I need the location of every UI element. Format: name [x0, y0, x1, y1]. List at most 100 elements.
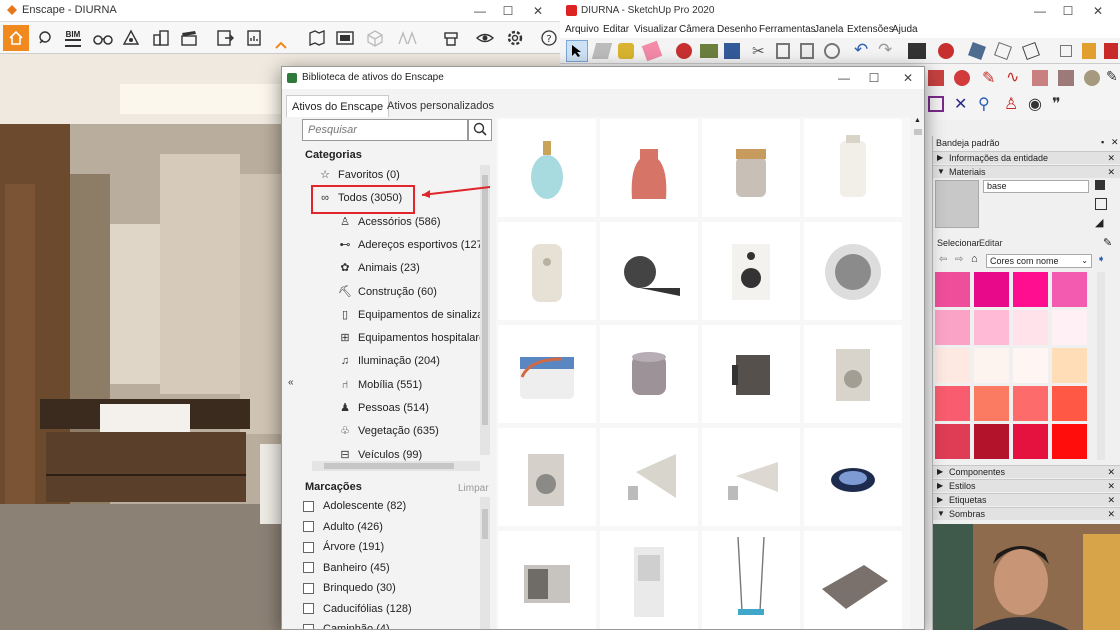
model-info-icon[interactable]: [938, 43, 954, 59]
rectangle-icon[interactable]: [1032, 70, 1048, 86]
minimize-button[interactable]: —: [466, 2, 494, 20]
maximize-button[interactable]: ☐: [494, 2, 522, 20]
asset-thumbnail[interactable]: [498, 119, 596, 217]
entity-info-panel-header[interactable]: ▶ Informações da entidade ✕: [933, 151, 1120, 164]
open-folder-icon[interactable]: [700, 44, 718, 58]
export-image-icon[interactable]: [212, 25, 238, 51]
freehand-icon[interactable]: ∿: [1006, 67, 1019, 87]
arc-icon[interactable]: ✎: [1106, 68, 1118, 85]
asset-thumbnail[interactable]: [600, 325, 698, 423]
sample-paint-icon[interactable]: ◢: [1095, 216, 1103, 229]
menu-ajuda[interactable]: Ajuda: [892, 24, 918, 35]
print-icon[interactable]: [908, 43, 926, 59]
home-icon[interactable]: [3, 25, 29, 51]
color-swatch[interactable]: [974, 424, 1009, 459]
styles-panel-header[interactable]: ▶ Estilos ✕: [933, 479, 1120, 492]
tag-item[interactable]: Banheiro (45): [303, 559, 390, 577]
library-close-button[interactable]: ✕: [894, 69, 922, 87]
undo-icon[interactable]: ↶: [854, 40, 868, 60]
extension-icon-2[interactable]: [994, 42, 1012, 60]
color-swatch[interactable]: [935, 272, 970, 307]
color-swatch[interactable]: [1052, 348, 1087, 383]
circle-icon[interactable]: [1084, 70, 1100, 86]
menu-janela[interactable]: Janela: [814, 24, 843, 35]
category-item[interactable]: ♧ Vegetação (635): [338, 421, 439, 441]
visibility-icon[interactable]: [472, 25, 498, 51]
look-around-icon[interactable]: ◉: [1028, 94, 1042, 114]
menu-visualizar[interactable]: Visualizar: [634, 24, 677, 35]
material-name-input[interactable]: base: [983, 180, 1089, 193]
tags-scroll-thumb[interactable]: [482, 509, 488, 539]
extension-icon-5[interactable]: [1082, 43, 1096, 59]
details-arrow-icon[interactable]: ➧: [1097, 254, 1105, 265]
asset-thumbnail[interactable]: [600, 119, 698, 217]
library-minimize-button[interactable]: —: [830, 69, 858, 87]
home-icon[interactable]: ⌂: [971, 253, 978, 265]
clapper-icon[interactable]: [176, 25, 202, 51]
swatch-scrollbar[interactable]: [1097, 272, 1105, 460]
category-item[interactable]: ♟ Pessoas (514): [338, 398, 429, 418]
extension-icon-4[interactable]: [1060, 45, 1072, 57]
pencil-icon[interactable]: ✎: [982, 68, 995, 88]
bim-icon[interactable]: BIM: [60, 25, 86, 51]
extension-icon-1[interactable]: [968, 42, 986, 60]
color-swatch[interactable]: [1052, 272, 1087, 307]
tag-item[interactable]: Adulto (426): [303, 518, 383, 536]
category-item[interactable]: ☆ Favoritos (0): [318, 165, 400, 185]
tags-panel-header[interactable]: ▶ Etiquetas ✕: [933, 493, 1120, 506]
color-swatch[interactable]: [935, 310, 970, 345]
color-swatch[interactable]: [935, 348, 970, 383]
category-item[interactable]: ▯ Equipamentos de sinalização: [338, 305, 481, 325]
delete-icon[interactable]: [824, 43, 840, 59]
color-swatch[interactable]: [935, 424, 970, 459]
zoom-window-icon[interactable]: [928, 96, 944, 112]
collection-select[interactable]: Cores com nome ⌄: [986, 254, 1092, 268]
asset-thumbnail[interactable]: [498, 428, 596, 526]
color-swatch[interactable]: [1013, 272, 1048, 307]
su-minimize-button[interactable]: —: [1026, 2, 1054, 20]
footprints-icon[interactable]: ❞: [1052, 94, 1061, 114]
walk-icon[interactable]: ♙: [1004, 94, 1018, 114]
asset-thumbnail[interactable]: [804, 222, 902, 320]
tag-checkbox[interactable]: [303, 521, 314, 532]
components-panel-header[interactable]: ▶ Componentes ✕: [933, 465, 1120, 478]
cube-icon[interactable]: [362, 25, 388, 51]
color-swatch[interactable]: [974, 386, 1009, 421]
menu-ferramentas[interactable]: Ferramentas: [759, 24, 816, 35]
red-tool-icon[interactable]: [954, 70, 970, 86]
eraser-icon[interactable]: [591, 43, 613, 59]
select-tool-icon[interactable]: [566, 40, 588, 62]
paste-icon[interactable]: [800, 43, 814, 59]
color-swatch[interactable]: [1052, 424, 1087, 459]
categories-hscroll-thumb[interactable]: [324, 463, 454, 469]
cut-icon[interactable]: ✂: [752, 42, 765, 60]
zoom-extents-icon[interactable]: ✕: [954, 94, 967, 114]
category-item[interactable]: ♙ Acessórios (586): [338, 212, 440, 232]
tag-checkbox[interactable]: [303, 562, 314, 573]
library-maximize-button[interactable]: ☐: [860, 69, 888, 87]
tab-selecionar[interactable]: Selecionar: [937, 238, 980, 248]
grid-scroll-thumb[interactable]: [914, 129, 922, 135]
help-icon[interactable]: ?: [536, 25, 562, 51]
su-maximize-button[interactable]: ☐: [1054, 2, 1082, 20]
asset-placement-icon[interactable]: [438, 25, 464, 51]
asset-thumbnail[interactable]: [804, 119, 902, 217]
tray-close-icon[interactable]: ✕: [1111, 137, 1119, 148]
asset-thumbnail[interactable]: [702, 325, 800, 423]
asset-thumbnail[interactable]: [600, 222, 698, 320]
color-swatch[interactable]: [1013, 386, 1048, 421]
create-material-icon[interactable]: [1095, 198, 1107, 210]
tag-checkbox[interactable]: [303, 500, 314, 512]
asset-thumbnail[interactable]: [600, 428, 698, 526]
rotate-rect-icon[interactable]: [1058, 70, 1074, 86]
asset-thumbnail[interactable]: [702, 222, 800, 320]
scroll-up-icon[interactable]: ▲: [914, 117, 921, 124]
color-swatch[interactable]: [1013, 424, 1048, 459]
tag-checkbox[interactable]: [303, 541, 314, 553]
menu-editar[interactable]: Editar: [603, 24, 629, 35]
building-icon[interactable]: [148, 25, 174, 51]
extension-icon-6[interactable]: [1104, 43, 1118, 59]
asset-thumbnail[interactable]: [702, 428, 800, 526]
panel-close-icon[interactable]: ✕: [1107, 466, 1115, 478]
su-close-button[interactable]: ✕: [1084, 2, 1112, 20]
